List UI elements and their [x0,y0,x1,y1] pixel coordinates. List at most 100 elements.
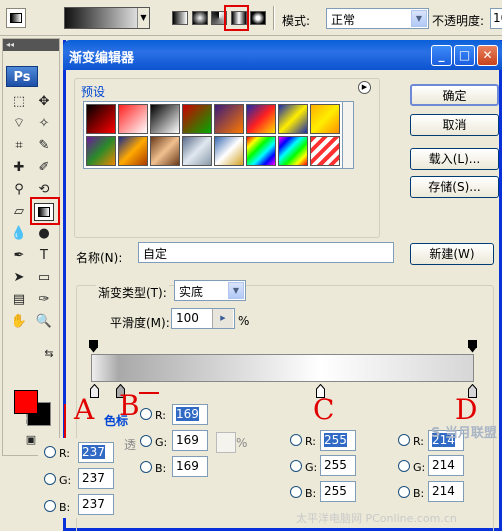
healing-brush-icon[interactable]: ✚ [9,159,29,177]
rgb-input-g[interactable]: 237 [78,468,114,489]
radio-r[interactable] [398,434,410,446]
preset-swatch[interactable] [150,104,180,134]
rgb-input-r[interactable]: 169 [172,404,208,425]
eyedropper-icon[interactable]: ✑ [34,291,54,309]
save-button[interactable]: 存储(S)... [410,176,499,198]
eraser-icon[interactable]: ▱ [9,203,29,221]
gradient-type-value: 实底 [179,285,204,299]
preset-swatch[interactable] [246,104,276,134]
rgb-input-r[interactable]: 255 [320,430,356,451]
shape-icon[interactable]: ▭ [34,269,54,287]
crop-icon[interactable]: ⌗ [9,137,29,155]
new-button[interactable]: 新建(W) [410,243,494,265]
presets-menu-icon[interactable]: ▶ [358,81,371,94]
chevron-down-icon[interactable]: ▼ [137,8,149,28]
rgb-input-b[interactable]: 169 [172,456,208,477]
radio-g[interactable] [398,460,410,472]
preset-swatch[interactable] [182,136,212,166]
hand-icon[interactable]: ✋ [9,313,29,331]
preset-swatch[interactable] [118,104,148,134]
preset-swatch[interactable] [310,136,340,166]
dialog-title: 渐变编辑器 [69,51,135,66]
minimize-button[interactable]: _ [431,45,452,66]
notes-icon[interactable]: ▤ [9,291,29,309]
diamond-gradient-icon[interactable] [250,11,266,25]
preset-swatch[interactable] [86,104,116,134]
zoom-icon[interactable]: 🔍 [34,313,54,331]
preset-swatch[interactable] [246,136,276,166]
rgb-label-g: G: [59,474,72,487]
slice-icon[interactable]: ✎ [34,137,54,155]
photoshop-logo[interactable]: Ps [6,66,38,87]
brush-icon[interactable]: ✐ [34,159,54,177]
path-selection-icon[interactable]: ➤ [9,269,29,287]
blur-icon[interactable]: 💧 [9,225,29,243]
close-button[interactable]: ✕ [477,45,498,66]
smoothness-label: 平滑度(M): [110,316,170,330]
type-icon[interactable]: T [34,247,54,265]
radio-b[interactable] [398,486,410,498]
preset-swatch[interactable] [118,136,148,166]
clone-stamp-icon[interactable]: ⚲ [9,181,29,199]
rgb-label-g: G: [413,461,426,474]
radio-g[interactable] [290,460,302,472]
radio-g[interactable] [140,435,152,447]
annotation-d: D [455,393,478,426]
rgb-input-g[interactable]: 169 [172,430,208,451]
foreground-color-swatch[interactable] [14,390,38,414]
preset-swatch[interactable] [310,104,340,134]
marquee-icon[interactable]: ⬚ [9,93,29,111]
gradient-bar[interactable] [91,354,474,382]
chevron-down-icon[interactable]: ▼ [228,282,244,299]
preset-swatch[interactable] [278,104,308,134]
preset-swatch[interactable] [214,104,244,134]
toolbox: ◂◂ Ps ⬚✥⌔✧⌗✎✚✐⚲⟲▱💧●✒T➤▭▤✑✋🔍⇆◙▣ [2,38,60,456]
dodge-icon[interactable]: ● [34,225,54,243]
rgb-panel-b: R: 169 G: 169 B: 169 [134,400,210,480]
pen-icon[interactable]: ✒ [9,247,29,265]
rgb-input-r[interactable]: 237 [78,442,114,463]
rgb-label-b: B: [155,462,167,475]
radio-r[interactable] [44,446,56,458]
gradient-preview-picker[interactable]: ▼ [64,7,150,29]
rgb-input-g[interactable]: 255 [320,455,356,476]
radio-r[interactable] [290,434,302,446]
titlebar[interactable]: 渐变编辑器 _ □ ✕ [63,40,502,70]
presets-scrollbar[interactable] [342,101,354,169]
radio-g[interactable] [44,473,56,485]
swap-colors-icon[interactable]: ⇆ [39,345,59,363]
opacity-stop-left[interactable] [89,340,98,353]
opacity-stop-right[interactable] [468,340,477,353]
preset-swatch[interactable] [278,136,308,166]
linear-gradient-icon[interactable] [172,11,188,25]
presets-label: 预设 [79,83,108,100]
magic-wand-icon[interactable]: ✧ [34,115,54,133]
name-input[interactable]: 自定 [138,242,394,263]
cancel-button[interactable]: 取消 [410,114,499,136]
preset-swatch[interactable] [182,104,212,134]
mode-select[interactable]: 正常 ▼ [326,8,429,29]
preset-swatch[interactable] [214,136,244,166]
rgb-input-b[interactable]: 255 [320,481,356,502]
rgb-input-b[interactable]: 237 [78,494,114,515]
preset-swatch[interactable] [150,136,180,166]
radial-gradient-icon[interactable] [192,11,208,25]
opacity-input[interactable]: 10 [490,8,502,29]
maximize-button[interactable]: □ [454,45,475,66]
load-button[interactable]: 载入(L)... [410,148,499,170]
tool-preset-picker[interactable] [6,8,26,28]
radio-r[interactable] [140,408,152,420]
radio-b[interactable] [140,461,152,473]
radio-b[interactable] [44,500,56,512]
options-bar: ▼ 模式: 正常 ▼ 不透明度: 10 [0,0,502,36]
ok-button[interactable]: 确定 [410,84,499,106]
lasso-icon[interactable]: ⌔ [9,115,29,133]
toolbox-grip[interactable]: ◂◂ [3,39,59,51]
move-icon[interactable]: ✥ [34,93,54,111]
gradient-type-select[interactable]: 实底 ▼ [174,280,246,301]
gradient-tool-highlight [30,197,60,225]
chevron-down-icon[interactable]: ▼ [411,10,427,27]
radio-b[interactable] [290,486,302,498]
preset-swatch[interactable] [86,136,116,166]
chevron-right-icon[interactable]: ▶ [212,309,233,328]
